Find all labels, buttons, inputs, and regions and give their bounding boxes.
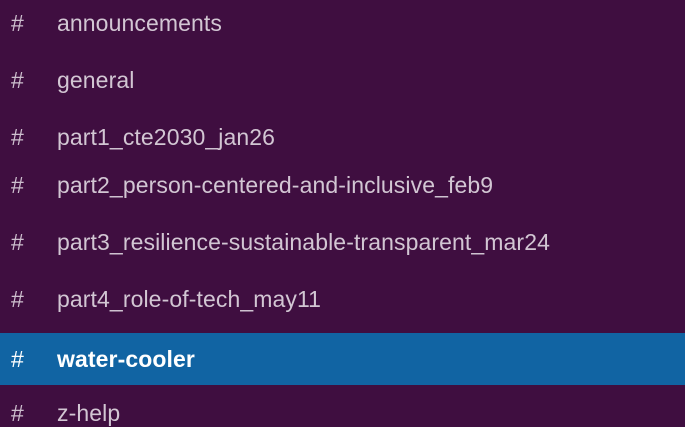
hash-icon: # (11, 345, 24, 372)
channel-item-part2[interactable]: # part2_person-centered-and-inclusive_fe… (0, 162, 685, 209)
channel-item-general[interactable]: # general (0, 57, 685, 104)
channel-name: water-cooler (57, 345, 195, 372)
channel-name: part3_resilience-sustainable-transparent… (57, 229, 550, 255)
channel-item-part3[interactable]: # part3_resilience-sustainable-transpare… (0, 219, 685, 266)
channel-sidebar: # announcements # general # part1_cte203… (0, 0, 685, 427)
channel-name: general (57, 67, 135, 93)
channel-name: z-help (57, 400, 121, 426)
channel-item-part1[interactable]: # part1_cte2030_jan26 (0, 114, 685, 161)
channel-name: part1_cte2030_jan26 (57, 124, 276, 150)
hash-icon: # (11, 229, 24, 255)
channel-item-announcements[interactable]: # announcements (0, 0, 685, 47)
hash-icon: # (11, 286, 24, 312)
channel-item-z-help[interactable]: # z-help (0, 390, 685, 427)
channel-item-part4[interactable]: # part4_role-of-tech_may11 (0, 276, 685, 323)
hash-icon: # (11, 67, 24, 93)
channel-name: part4_role-of-tech_may11 (57, 286, 322, 312)
hash-icon: # (11, 10, 24, 36)
channel-item-water-cooler[interactable]: # water-cooler (0, 333, 685, 385)
channel-name: part2_person-centered-and-inclusive_feb9 (57, 172, 494, 198)
hash-icon: # (11, 124, 24, 150)
hash-icon: # (11, 400, 24, 426)
channel-name: announcements (57, 10, 222, 36)
hash-icon: # (11, 172, 24, 198)
